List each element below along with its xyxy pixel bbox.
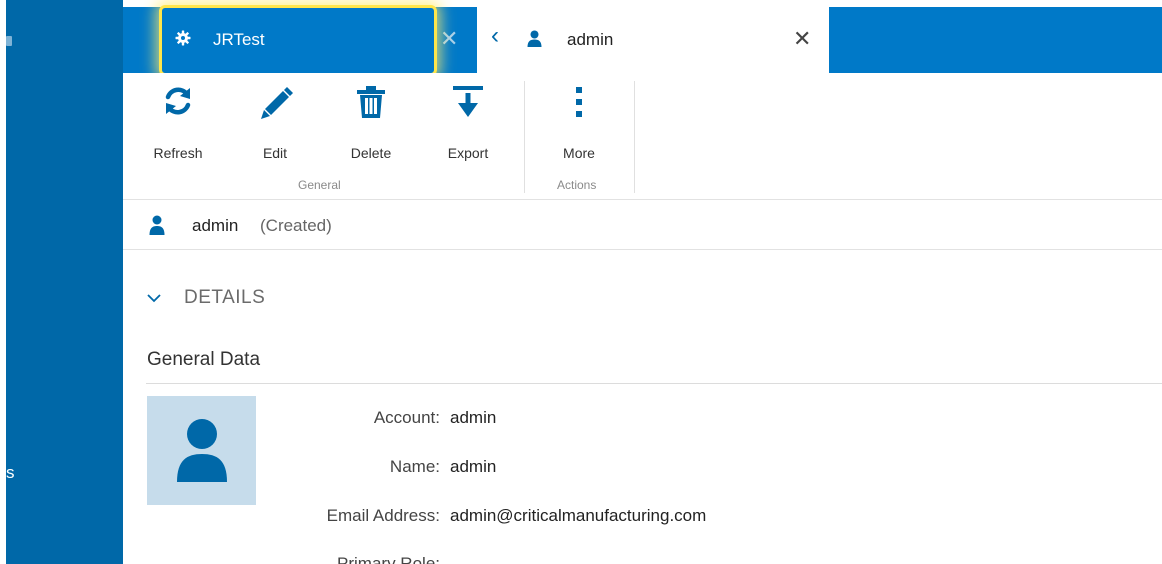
close-icon[interactable]: ✕ (793, 28, 811, 50)
entity-header: admin (Created) (123, 200, 1162, 250)
close-icon[interactable]: ✕ (440, 28, 458, 50)
field-label-name: Name: (389, 457, 440, 476)
export-icon (453, 86, 483, 117)
section-divider (146, 383, 1162, 384)
refresh-icon (165, 87, 191, 115)
user-icon (527, 30, 542, 47)
tab-jrtest-label: JRTest (213, 30, 265, 49)
user-icon (149, 215, 165, 235)
sidebar: s (6, 0, 123, 564)
pencil-icon (261, 87, 293, 119)
tab-jrtest[interactable] (163, 7, 437, 73)
entity-name: admin (192, 216, 239, 235)
gear-icon (175, 30, 191, 46)
delete-label: Delete (350, 145, 392, 161)
edit-label: Edit (262, 145, 288, 161)
refresh-label: Refresh (153, 145, 203, 161)
toolbar-group-divider (634, 81, 635, 193)
toolbar-group-divider (524, 81, 525, 193)
details-toggle[interactable]: DETAILS (184, 287, 265, 309)
field-label-email: Email Address: (326, 506, 440, 525)
trash-icon (357, 86, 385, 118)
entity-state: (Created) (260, 216, 332, 235)
chevron-down-icon[interactable] (146, 290, 162, 306)
toolbar: Refresh Edit Delete Export More General … (123, 73, 1162, 200)
tab-bar: JRTest ✕ ‹ admin ✕ (123, 0, 1162, 76)
export-label: Export (447, 145, 489, 161)
more-button[interactable]: More (539, 85, 619, 161)
section-title-general-data: General Data (147, 349, 261, 370)
user-avatar-icon (177, 419, 227, 482)
sidebar-item-label-fragment[interactable]: s (6, 463, 15, 483)
export-button[interactable]: Export (428, 85, 508, 161)
refresh-button[interactable]: Refresh (138, 85, 218, 161)
field-label-account: Account: (373, 408, 440, 427)
app-window: s JRTest ✕ ‹ admin ✕ Refresh Edit Delete… (0, 0, 1162, 564)
field-value-email: admin@criticalmanufacturing.com (450, 506, 707, 525)
more-vertical-icon (576, 87, 582, 117)
chevron-left-icon[interactable]: ‹ (491, 24, 499, 48)
delete-button[interactable]: Delete (331, 85, 411, 161)
field-label-primary-role: Primary Role: (337, 554, 440, 564)
more-label: More (563, 145, 595, 161)
field-value-account: admin (450, 408, 497, 427)
toolbar-group-general: General (298, 178, 341, 192)
sidebar-item-icon-fragment[interactable] (6, 36, 12, 46)
tab-admin-label: admin (567, 30, 614, 49)
edit-button[interactable]: Edit (235, 85, 315, 161)
toolbar-group-actions: Actions (557, 178, 597, 192)
field-value-name: admin (450, 457, 497, 476)
